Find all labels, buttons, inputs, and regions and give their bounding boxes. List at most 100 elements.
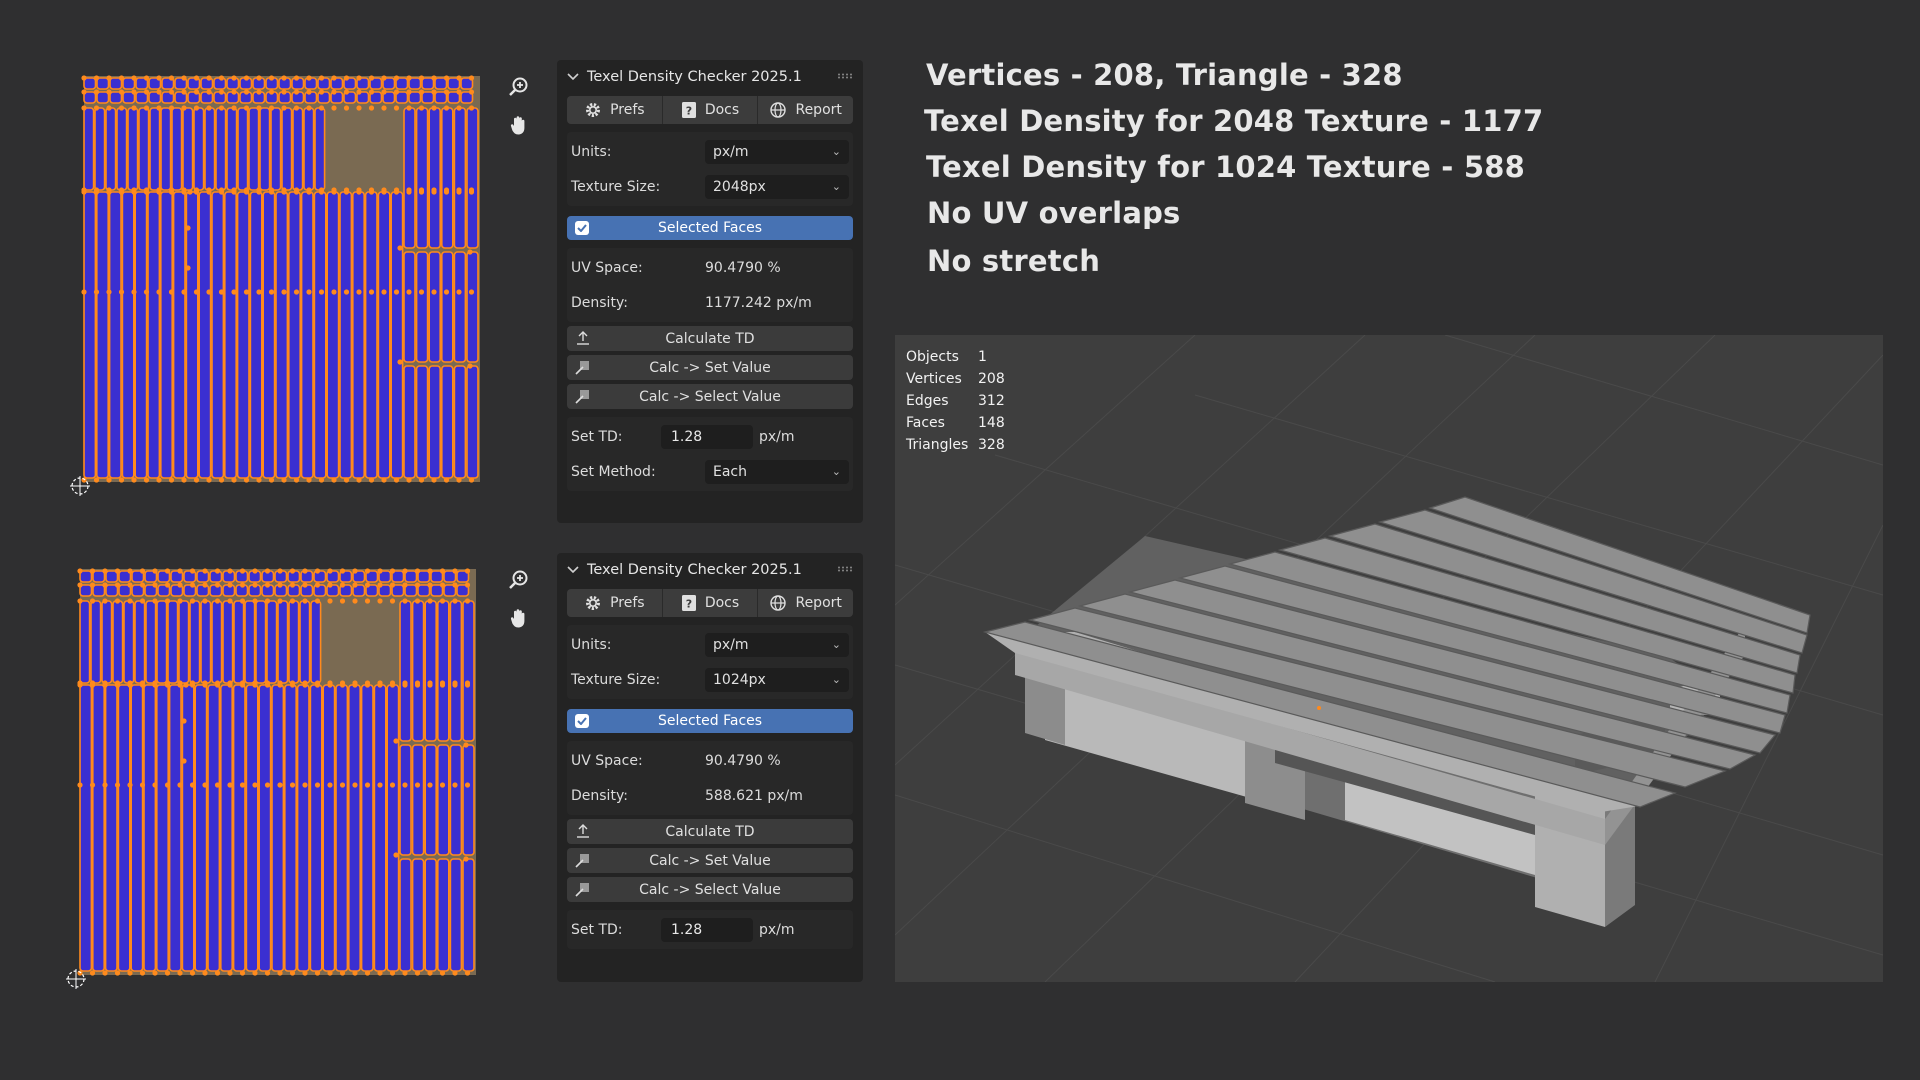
help-icon: ? — [681, 102, 696, 118]
texture-size-row: Texture Size: 2048px ⌄ — [567, 169, 853, 204]
stat-row: Vertices 208 — [906, 371, 1005, 387]
texture-size-dropdown[interactable]: 2048px ⌄ — [705, 174, 849, 199]
zoom-in-icon — [509, 570, 528, 589]
set-method-dropdown[interactable]: Each ⌄ — [705, 459, 849, 484]
selected-faces-toggle[interactable]: Selected Faces — [567, 216, 853, 240]
units-label: Units: — [571, 636, 612, 653]
docs-button[interactable]: ? Docs — [663, 589, 759, 617]
set-td-input[interactable]: 1.28 — [661, 424, 753, 449]
docs-button[interactable]: ? Docs — [663, 96, 759, 124]
panel-header[interactable]: Texel Density Checker 2025.1 — [557, 553, 863, 587]
prefs-button[interactable]: Prefs — [567, 589, 663, 617]
panel-header[interactable]: Texel Density Checker 2025.1 — [557, 60, 863, 94]
set-td-unit: px/m — [759, 921, 795, 938]
uv-space-value: 90.4790 % — [705, 752, 781, 769]
set-td-block: Set TD: 1.28 px/m — [567, 910, 853, 949]
drag-grip-icon[interactable] — [837, 566, 853, 572]
set-td-row: Set TD: 1.28 px/m — [567, 912, 853, 947]
texture-size-label: Texture Size: — [571, 671, 661, 688]
uv-editor-top[interactable] — [70, 68, 490, 502]
selected-faces-toggle[interactable]: Selected Faces — [567, 709, 853, 733]
report-button[interactable]: Report — [758, 589, 853, 617]
texture-size-row: Texture Size: 1024px ⌄ — [567, 662, 853, 697]
texture-size-dropdown[interactable]: 1024px ⌄ — [705, 667, 849, 692]
set-td-label: Set TD: — [571, 428, 623, 445]
headline-overlaps: No UV overlaps — [927, 196, 1181, 230]
report-button[interactable]: Report — [758, 96, 853, 124]
set-method-row: Set Method: Each ⌄ — [567, 454, 853, 489]
drag-grip-icon[interactable] — [837, 73, 853, 79]
uv-space-row: UV Space: 90.4790 % — [567, 250, 853, 285]
stat-row: Triangles 328 — [906, 437, 1005, 453]
texture-settings: Units: px/m ⌄ Texture Size: 2048px ⌄ — [567, 132, 853, 206]
stat-row: Faces 148 — [906, 415, 1005, 431]
units-dropdown[interactable]: px/m ⌄ — [705, 139, 849, 164]
texel-density-panel: Texel Density Checker 2025.1 Prefs ? Doc… — [557, 60, 863, 523]
calc-select-value-button[interactable]: Calc -> Select Value — [567, 384, 853, 409]
chevron-down-icon: ⌄ — [831, 180, 841, 193]
calculate-td-button[interactable]: Calculate TD — [567, 819, 853, 844]
uv-layout[interactable] — [70, 68, 490, 502]
headline-density-2048: Texel Density for 2048 Texture - 1177 — [924, 104, 1544, 138]
units-label: Units: — [571, 143, 612, 160]
pan-button[interactable] — [504, 603, 534, 633]
density-label: Density: — [571, 787, 628, 804]
density-value: 1177.242 px/m — [705, 294, 812, 311]
header-buttons: Prefs ? Docs Report — [567, 96, 853, 124]
globe-icon — [770, 102, 787, 118]
summary-text: Vertices - 208, Triangle - 328 Texel Den… — [924, 52, 1543, 284]
set-td-row: Set TD: 1.28 px/m — [567, 419, 853, 454]
units-row: Units: px/m ⌄ — [567, 134, 853, 169]
chevron-down-icon: ⌄ — [831, 638, 841, 651]
svg-text:?: ? — [686, 598, 692, 611]
density-results: UV Space: 90.4790 % Density: 1177.242 px… — [567, 248, 853, 322]
3d-viewport[interactable]: Objects 1 Vertices 208 Edges 312 Faces 148 T… — [895, 335, 1883, 982]
prefs-button[interactable]: Prefs — [567, 96, 663, 124]
gear-icon — [586, 103, 601, 117]
chevron-down-icon: ⌄ — [831, 145, 841, 158]
units-row: Units: px/m ⌄ — [567, 627, 853, 662]
uv-layout[interactable] — [66, 561, 486, 995]
set-method-label: Set Method: — [571, 463, 656, 480]
texel-density-panel: Texel Density Checker 2025.1 Prefs ? Doc… — [557, 553, 863, 982]
hand-pan-icon — [510, 116, 525, 135]
help-icon: ? — [681, 595, 696, 611]
set-td-unit: px/m — [759, 428, 795, 445]
zoom-button[interactable] — [504, 72, 534, 102]
globe-icon — [770, 595, 787, 611]
density-results: UV Space: 90.4790 % Density: 588.621 px/… — [567, 741, 853, 815]
density-value: 588.621 px/m — [705, 787, 803, 804]
chevron-down-icon[interactable] — [567, 566, 581, 574]
zoom-button[interactable] — [504, 565, 534, 595]
zoom-in-icon — [509, 77, 528, 96]
uv-editor-bottom[interactable] — [66, 561, 486, 995]
hand-pan-icon — [510, 609, 525, 628]
pan-button[interactable] — [504, 110, 534, 140]
uv-space-label: UV Space: — [571, 259, 643, 276]
headline-density-1024: Texel Density for 1024 Texture - 588 — [926, 150, 1525, 184]
stat-row: Objects 1 — [906, 349, 987, 365]
panel-title: Texel Density Checker 2025.1 — [587, 562, 802, 578]
uv-space-value: 90.4790 % — [705, 259, 781, 276]
density-row: Density: 1177.242 px/m — [567, 285, 853, 320]
density-label: Density: — [571, 294, 628, 311]
texture-size-label: Texture Size: — [571, 178, 661, 195]
gear-icon — [586, 596, 601, 610]
uv-space-row: UV Space: 90.4790 % — [567, 743, 853, 778]
density-row: Density: 588.621 px/m — [567, 778, 853, 813]
calc-select-value-button[interactable]: Calc -> Select Value — [567, 877, 853, 902]
calc-set-value-button[interactable]: Calc -> Set Value — [567, 848, 853, 873]
pallet-model — [982, 496, 1811, 927]
calculate-td-button[interactable]: Calculate TD — [567, 326, 853, 351]
calc-set-value-button[interactable]: Calc -> Set Value — [567, 355, 853, 380]
set-td-label: Set TD: — [571, 921, 623, 938]
units-dropdown[interactable]: px/m ⌄ — [705, 632, 849, 657]
headline-stretch: No stretch — [927, 244, 1101, 278]
chevron-down-icon: ⌄ — [831, 673, 841, 686]
chevron-down-icon[interactable] — [567, 73, 581, 81]
header-buttons: Prefs ? Docs Report — [567, 589, 853, 617]
set-td-input[interactable]: 1.28 — [661, 917, 753, 942]
panel-title: Texel Density Checker 2025.1 — [587, 69, 802, 85]
pallet-scene[interactable] — [895, 335, 1883, 982]
headline-vertices: Vertices - 208, Triangle - 328 — [926, 58, 1403, 92]
